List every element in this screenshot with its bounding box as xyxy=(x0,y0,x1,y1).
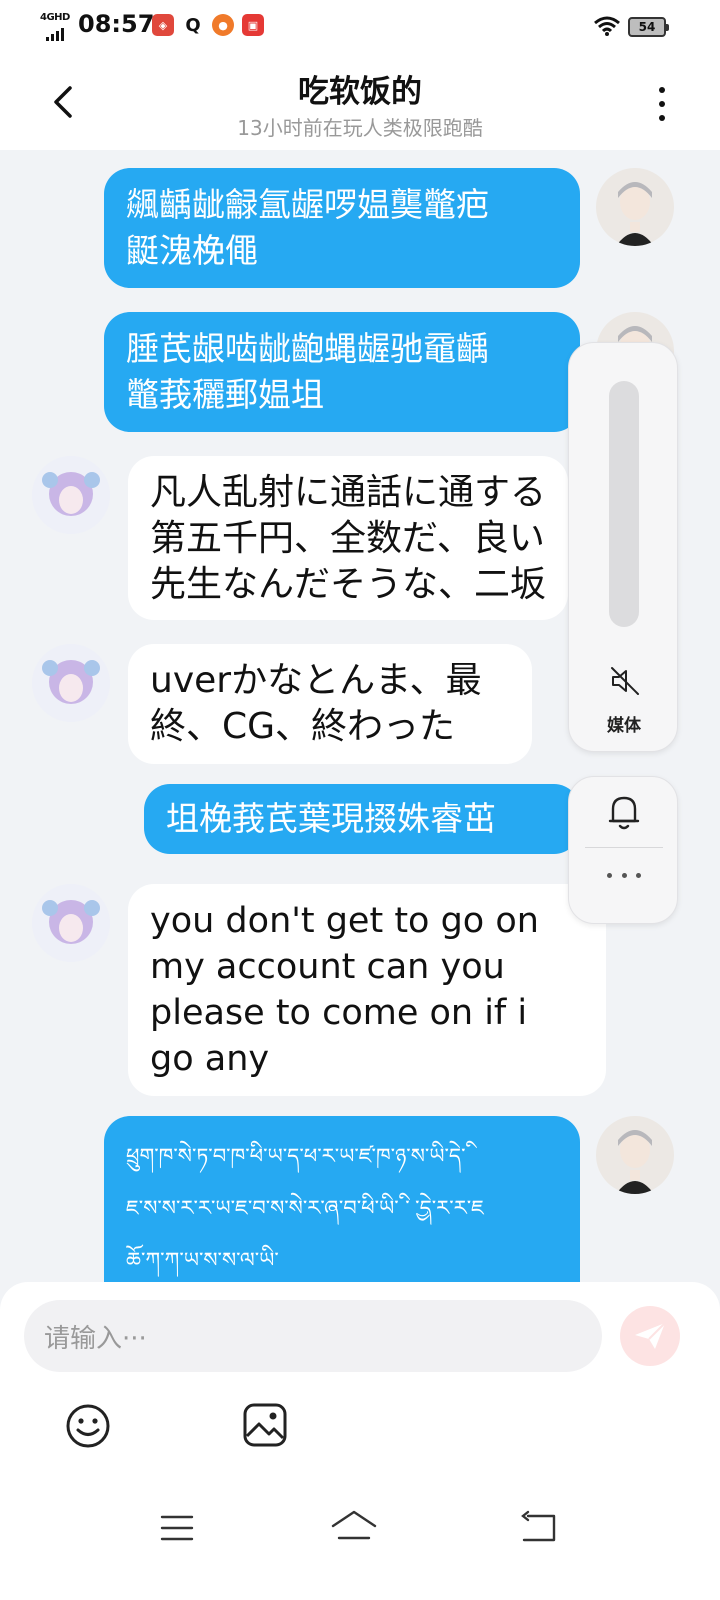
network-indicator: 4GHD xyxy=(40,12,76,41)
message-line: 鼮溾梚僶 xyxy=(126,231,258,270)
input-area: 请输入··· xyxy=(0,1282,720,1482)
message-line: ཕྲུག་ཁ་སེ་ཏ་བ་ཁ་ཕི་ཡ་ད་ཕ་ར་ཡ་ཛ་ཁ་ཉ་ས་ཡི་… xyxy=(126,1144,466,1168)
panel-divider xyxy=(585,847,663,848)
chat-status-subtitle: 13小时前在玩人类极限跑酷 xyxy=(237,116,483,140)
status-time: 08:57 xyxy=(78,10,155,38)
media-label: 媒体 xyxy=(607,716,641,736)
contact-avatar[interactable] xyxy=(32,644,110,722)
send-icon xyxy=(635,1322,666,1349)
system-back-button[interactable] xyxy=(520,1510,558,1546)
home-button[interactable] xyxy=(330,1508,378,1548)
message-bubble-received[interactable]: uverかなとんま、最 終、CG、終わった xyxy=(128,644,532,764)
message-bubble-received[interactable]: you don't get to go on my account can yo… xyxy=(128,884,606,1096)
system-nav-bar xyxy=(0,1482,720,1600)
message-bubble-sent[interactable]: 坥梚莪芪葉現掇姝睿茁 xyxy=(144,784,580,854)
message-line: ཇ་ས་ས་ར་ར་ཡ་ཇ་བ་ས་སེ་ར་ཞ་བ་ཕི་ཡི་ི ་ ྱ་ད… xyxy=(126,1196,484,1220)
message-line: you don't get to go on xyxy=(150,901,539,941)
image-picker-button[interactable] xyxy=(242,1402,288,1448)
message-bubble-sent[interactable]: 腄芪龈啮龇齙蝿龌驰黿齲 鼈莪穲郵媪坥 xyxy=(104,312,580,432)
game-app-icon: ● xyxy=(212,14,234,36)
image-icon xyxy=(243,1403,287,1447)
message-line: 腄芪龈啮龇齙蝿龌驰黿齲 xyxy=(126,329,489,368)
signal-icon xyxy=(46,28,64,41)
recent-apps-button[interactable] xyxy=(160,1514,194,1542)
message-input[interactable]: 请输入··· xyxy=(24,1300,602,1372)
volume-options-panel xyxy=(568,776,678,924)
chat-title: 吃软饭的 xyxy=(298,74,422,110)
message-bubble-sent[interactable]: ཕྲུག་ཁ་སེ་ཏ་བ་ཁ་ཕི་ཡ་ད་ཕ་ར་ཡ་ཛ་ཁ་ཉ་ས་ཡི་… xyxy=(104,1116,580,1310)
search-app-icon: Q xyxy=(182,14,204,36)
bell-icon[interactable] xyxy=(607,793,641,831)
volume-panel: 媒体 xyxy=(568,342,678,752)
status-bar: 4GHD 08:57 ◈ Q ● ▣ 54 xyxy=(0,0,720,56)
message-bubble-received[interactable]: 凡人乱射に通話に通する 第五千円、全数だ、良い 先生なんだそうな、二坂 xyxy=(128,456,568,620)
message-line: 坥梚莪芪葉現掇姝睿茁 xyxy=(166,799,496,838)
notification-icons: ◈ Q ● ▣ xyxy=(152,14,264,36)
message-line: 第五千円、全数だ、良い xyxy=(150,518,545,559)
contact-avatar[interactable] xyxy=(32,884,110,962)
menu-icon xyxy=(160,1515,194,1541)
message-line: ཆོ་ཀ་ཀ་ཡ་ས་ས་ལ་ཡི་ xyxy=(126,1248,279,1272)
message-line: please to come on if i xyxy=(150,993,528,1033)
message-line: 先生なんだそうな、二坂 xyxy=(150,564,547,605)
network-label: 4GHD xyxy=(40,12,70,23)
message-bubble-sent[interactable]: 飊齲龇龣氲龌啰媪龑鼈疤 鼮溾梚僶 xyxy=(104,168,580,288)
my-avatar[interactable] xyxy=(596,1116,674,1194)
message-line: 凡人乱射に通話に通する xyxy=(150,472,547,513)
send-button[interactable] xyxy=(620,1306,680,1366)
volume-more-button[interactable] xyxy=(607,863,641,887)
my-avatar[interactable] xyxy=(596,168,674,246)
app-red-icon: ◈ xyxy=(152,14,174,36)
battery-icon: 54 xyxy=(628,17,669,37)
message-line: 鼈莪穲郵媪坥 xyxy=(126,375,324,414)
smiley-icon xyxy=(66,1404,110,1448)
message-line: 飊齲龇龣氲龌啰媪龑鼈疤 xyxy=(126,185,489,224)
message-line: my account can you xyxy=(150,947,505,987)
home-icon xyxy=(331,1510,377,1540)
wifi-icon xyxy=(594,16,620,40)
volume-slider[interactable] xyxy=(609,381,639,627)
message-line: uverかなとんま、最 xyxy=(150,660,482,701)
message-line: 終、CG、終わった xyxy=(150,706,456,747)
chat-header: 吃软饭的 13小时前在玩人类极限跑酷 xyxy=(0,56,720,150)
emoji-button[interactable] xyxy=(64,1402,112,1450)
shop-app-icon: ▣ xyxy=(242,14,264,36)
more-options-button[interactable] xyxy=(652,84,672,124)
contact-avatar[interactable] xyxy=(32,456,110,534)
speaker-muted-icon[interactable] xyxy=(609,665,641,697)
message-line: go any xyxy=(150,1039,270,1079)
back-arrow-icon xyxy=(521,1510,556,1542)
